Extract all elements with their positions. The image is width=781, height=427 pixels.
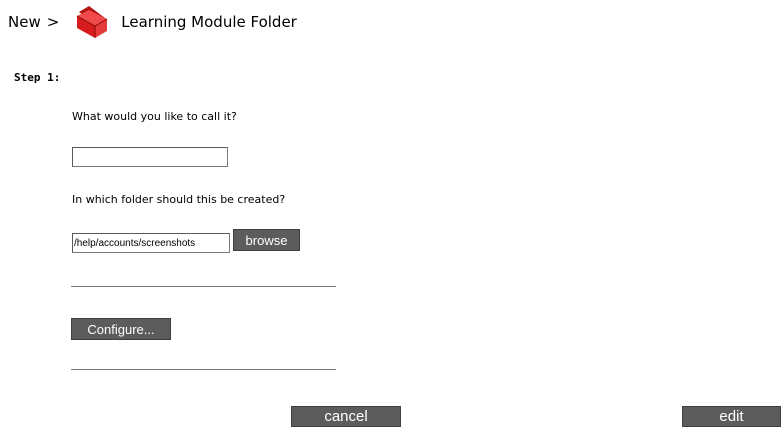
breadcrumb-new[interactable]: New (8, 13, 41, 31)
folder-icon (75, 4, 109, 40)
folder-path-input[interactable] (72, 233, 230, 253)
divider-top (71, 286, 336, 287)
edit-button[interactable]: edit (682, 406, 781, 427)
divider-bottom (71, 369, 336, 370)
step-label: Step 1: (14, 71, 61, 84)
page-title: Learning Module Folder (121, 13, 297, 31)
cancel-button[interactable]: cancel (291, 406, 401, 427)
browse-button[interactable]: browse (233, 229, 300, 251)
folder-name-input[interactable] (72, 147, 228, 167)
folder-question-label: In which folder should this be created? (72, 193, 286, 206)
breadcrumb: New > Learning Module Folder (8, 4, 297, 40)
breadcrumb-separator: > (46, 13, 60, 31)
name-question-label: What would you like to call it? (72, 110, 237, 123)
configure-button[interactable]: Configure... (71, 318, 171, 340)
